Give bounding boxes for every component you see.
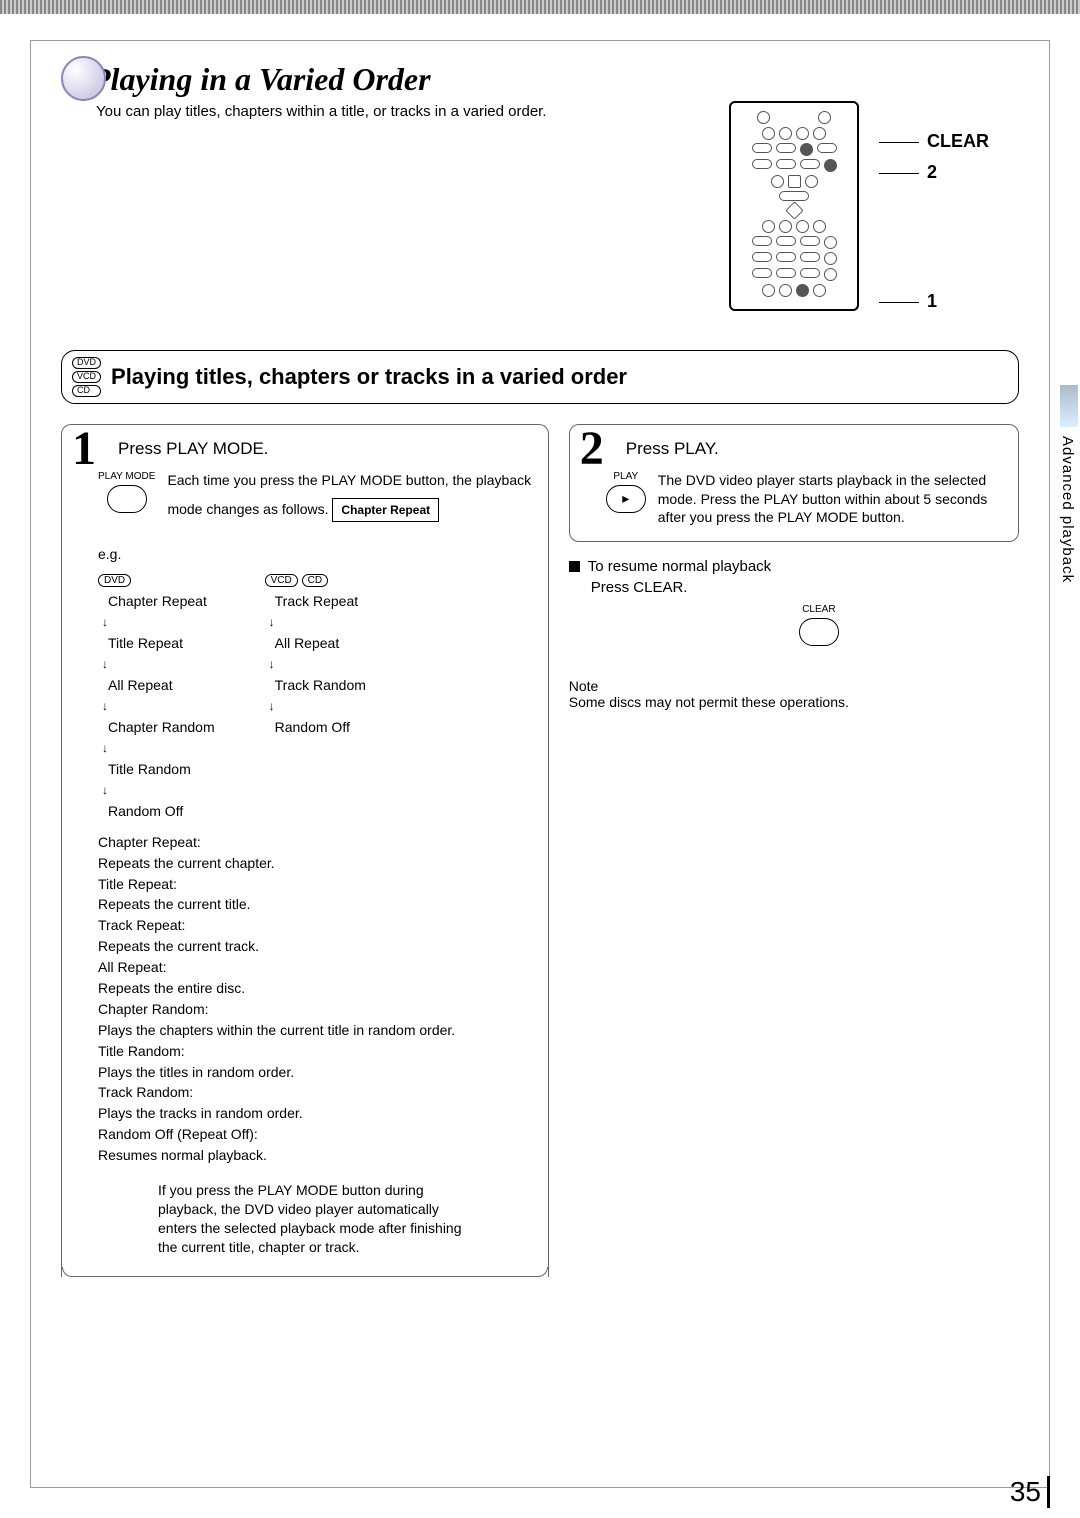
def-desc: Plays the titles in random order.: [98, 1063, 512, 1082]
mode-track-repeat: Track Repeat: [265, 593, 366, 609]
step-1-body: Each time you press the PLAY MODE button…: [167, 471, 531, 522]
mode-title-random: Title Random: [98, 761, 215, 777]
note-heading: Note: [569, 678, 1019, 694]
remote-outline: [729, 101, 859, 311]
side-tab-label: Advanced playback: [1057, 430, 1078, 589]
play-mode-button-label: PLAY MODE: [98, 471, 155, 482]
square-bullet-icon: [569, 561, 580, 572]
tag-dvd: DVD: [72, 357, 101, 369]
mode-all-repeat: All Repeat: [98, 677, 215, 693]
side-tab-strip: [1060, 385, 1078, 427]
def-term: Title Repeat:: [98, 875, 512, 894]
note-block: Note Some discs may not permit these ope…: [569, 678, 1019, 710]
step-2-heading: Press PLAY.: [626, 439, 1002, 459]
def-desc: Repeats the current track.: [98, 937, 512, 956]
arrow-down-icon: ↓: [102, 615, 215, 629]
play-button-graphic: PLAY ▸: [606, 471, 646, 513]
remote-callouts: CLEAR 2 1: [879, 101, 989, 312]
arrow-down-icon: ↓: [269, 699, 366, 713]
cd-mode-list: VCD CD Track Repeat ↓ All Repeat ↓ Track…: [265, 570, 366, 819]
mode-chapter-random: Chapter Random: [98, 719, 215, 735]
def-term: All Repeat:: [98, 958, 512, 977]
resume-section: To resume normal playback Press CLEAR. C…: [569, 558, 1019, 646]
def-desc: Resumes normal playback.: [98, 1146, 512, 1165]
button-icon: [107, 485, 147, 513]
disc-type-tags: DVD VCD CD: [72, 357, 101, 397]
arrow-down-icon: ↓: [102, 783, 215, 797]
play-mode-button-graphic: PLAY MODE: [98, 471, 155, 513]
mode-track-random: Track Random: [265, 677, 366, 693]
mode-chapter-repeat: Chapter Repeat: [98, 593, 215, 609]
step-1-card: 1 Press PLAY MODE. PLAY MODE Each time y…: [61, 424, 549, 1277]
clear-button-label: CLEAR: [802, 604, 835, 615]
mode-title-repeat: Title Repeat: [98, 635, 215, 651]
mode-all-repeat-cd: All Repeat: [265, 635, 366, 651]
note-body: Some discs may not permit these operatio…: [569, 694, 1019, 710]
tag-cd: CD: [72, 385, 101, 397]
def-term: Chapter Random:: [98, 1000, 512, 1019]
arrow-down-icon: ↓: [102, 741, 215, 755]
def-desc: Plays the chapters within the current ti…: [98, 1021, 512, 1040]
arrow-down-icon: ↓: [102, 699, 215, 713]
mode-random-off: Random Off: [98, 803, 215, 819]
step-2-card: 2 Press PLAY. PLAY ▸ The DVD video playe…: [569, 424, 1019, 543]
step-2-body: The DVD video player starts playback in …: [658, 471, 1002, 528]
tag-vcd: VCD: [72, 371, 101, 383]
decorative-orb: [61, 56, 106, 101]
def-term: Random Off (Repeat Off):: [98, 1125, 512, 1144]
arrow-down-icon: ↓: [269, 615, 366, 629]
dvd-mode-list: DVD Chapter Repeat ↓ Title Repeat ↓ All …: [98, 570, 215, 819]
def-desc: Repeats the current chapter.: [98, 854, 512, 873]
step-2-number: 2: [580, 425, 604, 473]
section-header: DVD VCD CD Playing titles, chapters or t…: [61, 350, 1019, 404]
step-1-number: 1: [72, 425, 96, 473]
def-desc: Plays the tracks in random order.: [98, 1104, 512, 1123]
tag-cd-small: CD: [302, 574, 328, 587]
tag-dvd-small: DVD: [98, 574, 131, 587]
play-icon: ▸: [606, 485, 646, 513]
example-label: e.g.: [98, 546, 512, 562]
resume-instruction: Press CLEAR.: [591, 579, 1019, 596]
mode-definitions: Chapter Repeat: Repeats the current chapt…: [98, 833, 512, 1165]
page-frame: Playing in a Varied Order You can play t…: [30, 40, 1050, 1488]
scan-artifact-top: [0, 0, 1080, 14]
clear-button-graphic: CLEAR: [619, 604, 1019, 646]
def-term: Chapter Repeat:: [98, 833, 512, 852]
play-button-label: PLAY: [613, 471, 638, 482]
page-number: 35: [1010, 1476, 1050, 1508]
def-term: Track Random:: [98, 1083, 512, 1102]
resume-heading: To resume normal playback: [588, 558, 771, 575]
arrow-down-icon: ↓: [269, 657, 366, 671]
mode-random-off-cd: Random Off: [265, 719, 366, 735]
callout-clear: CLEAR: [879, 131, 989, 152]
section-title: Playing titles, chapters or tracks in a …: [111, 364, 627, 390]
def-desc: Repeats the entire disc.: [98, 979, 512, 998]
page-title: Playing in a Varied Order: [91, 61, 1019, 98]
def-term: Title Random:: [98, 1042, 512, 1061]
step-1-heading: Press PLAY MODE.: [118, 439, 532, 459]
callout-2: 2: [879, 162, 937, 183]
osd-indicator: Chapter Repeat: [332, 498, 439, 522]
remote-diagram: CLEAR 2 1: [729, 101, 989, 312]
def-desc: Repeats the current title.: [98, 895, 512, 914]
callout-1: 1: [879, 291, 937, 312]
arrow-down-icon: ↓: [102, 657, 215, 671]
button-icon: [799, 618, 839, 646]
def-term: Track Repeat:: [98, 916, 512, 935]
play-mode-tip: If you press the PLAY MODE button during…: [158, 1181, 472, 1257]
tag-vcd-small: VCD: [265, 574, 298, 587]
